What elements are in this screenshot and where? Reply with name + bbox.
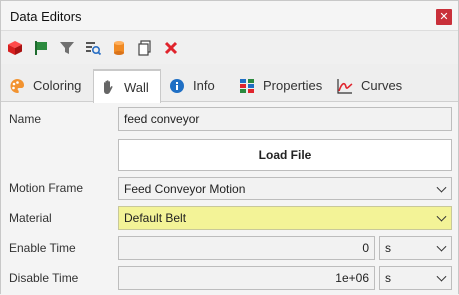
close-button[interactable]: ✕ [436,9,452,25]
enable-time-value: 0 [362,241,369,255]
disable-time-input[interactable]: 1e+06 [118,266,375,290]
wall-editor-panel: Name feed conveyor Load File Motion Fram… [1,102,458,295]
tab-coloring[interactable]: Coloring [9,69,91,102]
motion-frame-label: Motion Frame [9,181,84,195]
tab-curves[interactable]: Curves [337,69,417,102]
curves-icon [337,78,353,94]
palette-icon [10,78,24,93]
tab-properties[interactable]: Properties [239,69,327,102]
info-icon [170,78,184,93]
tab-bar: Coloring Wall Info Properties Curves [1,64,458,103]
enable-time-input[interactable]: 0 [118,236,375,260]
name-label: Name [9,112,42,126]
disable-time-value: 1e+06 [335,271,369,285]
delete-icon[interactable] [163,40,179,56]
name-field-value: feed conveyor [124,112,200,126]
motion-frame-select[interactable]: Feed Conveyor Motion [118,177,452,200]
green-flag-icon[interactable] [33,40,49,56]
tab-wall[interactable]: Wall [93,69,161,103]
hand-icon [104,80,113,94]
search-list-icon[interactable] [85,40,101,56]
window-title: Data Editors [10,9,82,24]
title-bar: Data Editors ✕ [1,1,458,31]
tab-label-curves: Curves [361,78,403,93]
properties-icon [240,78,254,93]
disable-time-unit-select[interactable]: s [379,266,452,290]
chevron-down-icon [436,182,447,193]
chevron-down-icon [436,241,447,252]
copy-icon[interactable] [137,40,153,56]
toolbar [1,32,458,64]
red-cube-icon[interactable] [7,40,23,56]
material-value: Default Belt [124,211,187,225]
enable-time-label: Enable Time [9,241,76,255]
material-select[interactable]: Default Belt [118,206,452,230]
data-editors-window: Data Editors ✕ Coloring Wall Info Proper… [0,0,459,295]
enable-time-unit: s [385,241,391,255]
load-file-button[interactable]: Load File [118,139,452,171]
tab-label-properties: Properties [263,78,323,93]
tab-label-wall: Wall [124,79,149,95]
tab-label-coloring: Coloring [33,78,82,93]
chevron-down-icon [436,211,447,222]
motion-frame-value: Feed Conveyor Motion [124,181,246,196]
funnel-icon[interactable] [59,40,75,56]
enable-time-unit-select[interactable]: s [379,236,452,260]
tab-label-info: Info [193,78,215,93]
disable-time-unit: s [385,271,391,285]
tab-info[interactable]: Info [169,69,227,102]
load-file-label: Load File [258,148,312,162]
name-field[interactable]: feed conveyor [118,107,452,131]
disable-time-label: Disable Time [9,271,79,285]
orange-cylinder-icon[interactable] [111,40,127,56]
material-label: Material [9,211,52,225]
chevron-down-icon [436,271,447,282]
